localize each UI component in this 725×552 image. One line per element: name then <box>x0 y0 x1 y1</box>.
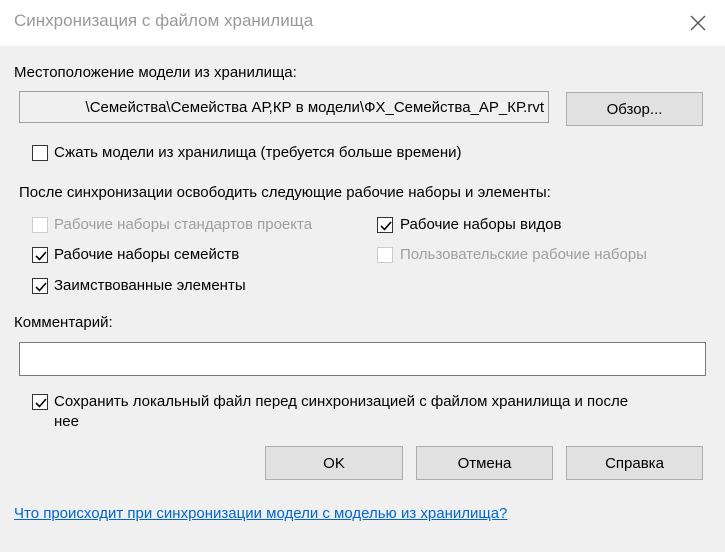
comment-input[interactable] <box>19 342 706 376</box>
help-button[interactable]: Справка <box>566 446 703 480</box>
family-worksets-label: Рабочие наборы семейств <box>54 246 240 263</box>
view-worksets-checkbox[interactable] <box>377 217 393 233</box>
ok-button[interactable]: OK <box>265 446 403 480</box>
project-standards-worksets-label: Рабочие наборы стандартов проекта <box>54 216 313 233</box>
save-local-checkbox[interactable] <box>32 394 48 410</box>
user-worksets-checkbox[interactable] <box>377 247 393 263</box>
save-local-label-line2: нее <box>54 413 79 430</box>
borrowed-elements-checkbox[interactable] <box>32 278 48 294</box>
path-value: \Семейства\Семейства АР,КР в модели\ФХ_С… <box>85 99 544 116</box>
compress-label: Сжать модели из хранилища (требуется бол… <box>54 144 462 161</box>
browse-button[interactable]: Обзор... <box>566 92 703 126</box>
save-local-label-line1: Сохранить локальный файл перед синхрониз… <box>54 393 629 410</box>
compress-checkbox[interactable] <box>32 145 48 161</box>
checkmark-icon <box>380 221 392 231</box>
close-button[interactable] <box>680 5 716 41</box>
borrowed-elements-label: Заимствованные элементы <box>54 277 246 294</box>
release-heading: После синхронизации освободить следующие… <box>19 184 551 201</box>
help-link[interactable]: Что происходит при синхронизации модели … <box>14 505 507 522</box>
view-worksets-label: Рабочие наборы видов <box>400 216 562 233</box>
window-title: Синхронизация с файлом хранилища <box>14 11 314 30</box>
checkmark-icon <box>35 251 47 261</box>
location-label: Местоположение модели из хранилища: <box>14 64 297 81</box>
checkmark-icon <box>35 282 47 292</box>
close-icon <box>690 15 706 31</box>
project-standards-worksets-checkbox[interactable] <box>32 217 48 233</box>
path-field[interactable]: \Семейства\Семейства АР,КР в модели\ФХ_С… <box>19 91 549 123</box>
user-worksets-label: Пользовательские рабочие наборы <box>400 246 647 263</box>
comment-label: Комментарий: <box>14 314 113 331</box>
title-bar: Синхронизация с файлом хранилища <box>0 0 725 46</box>
cancel-button[interactable]: Отмена <box>416 446 553 480</box>
checkmark-icon <box>35 398 47 408</box>
family-worksets-checkbox[interactable] <box>32 247 48 263</box>
